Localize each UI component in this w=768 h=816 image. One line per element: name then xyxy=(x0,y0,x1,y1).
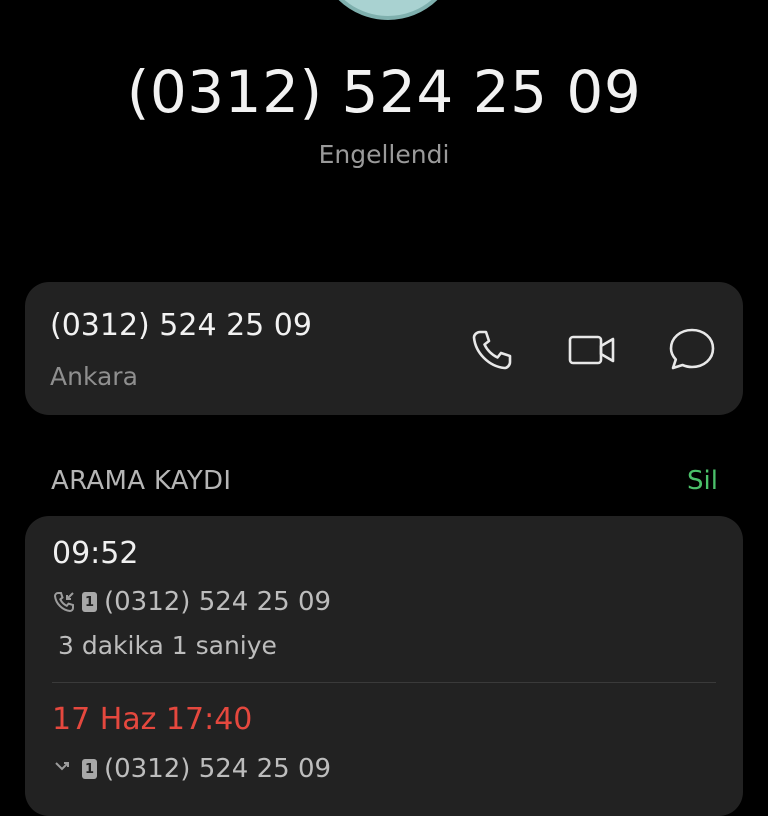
contact-phone-number-title: (0312) 524 25 09 xyxy=(126,58,642,126)
call-log-heading: ARAMA KAYDI xyxy=(51,466,232,496)
video-camera-icon xyxy=(568,335,615,365)
blocked-status-label: Engellendi xyxy=(318,140,450,169)
incoming-call-icon xyxy=(53,592,74,613)
missed-call-time: 17 Haz 17:40 xyxy=(52,702,253,737)
call-number: (0312) 524 25 09 xyxy=(104,587,332,617)
chat-bubble-icon xyxy=(669,328,715,370)
call-button[interactable] xyxy=(466,324,518,376)
sim-card-icon: 1 xyxy=(82,759,97,779)
divider xyxy=(52,682,716,683)
missed-call-icon xyxy=(55,762,69,771)
call-duration: 3 dakika 1 saniye xyxy=(58,631,277,660)
contact-card: (0312) 524 25 09 Ankara xyxy=(25,282,743,415)
contact-number[interactable]: (0312) 524 25 09 xyxy=(50,308,312,343)
call-number-line: 1 (0312) 524 25 09 xyxy=(52,587,331,617)
call-number: (0312) 524 25 09 xyxy=(104,754,332,784)
contact-location: Ankara xyxy=(50,362,138,391)
call-time: 09:52 xyxy=(52,536,139,571)
call-log-list: 09:52 1 (0312) 524 25 09 3 dakika 1 sani… xyxy=(25,516,743,816)
call-number-line: 1 (0312) 524 25 09 xyxy=(52,754,331,784)
delete-call-log-button[interactable]: Sil xyxy=(687,466,718,496)
message-button[interactable] xyxy=(666,324,718,376)
contact-avatar xyxy=(317,0,459,20)
sim-card-icon: 1 xyxy=(82,592,97,612)
phone-icon xyxy=(472,330,512,370)
video-call-button[interactable] xyxy=(566,324,618,376)
